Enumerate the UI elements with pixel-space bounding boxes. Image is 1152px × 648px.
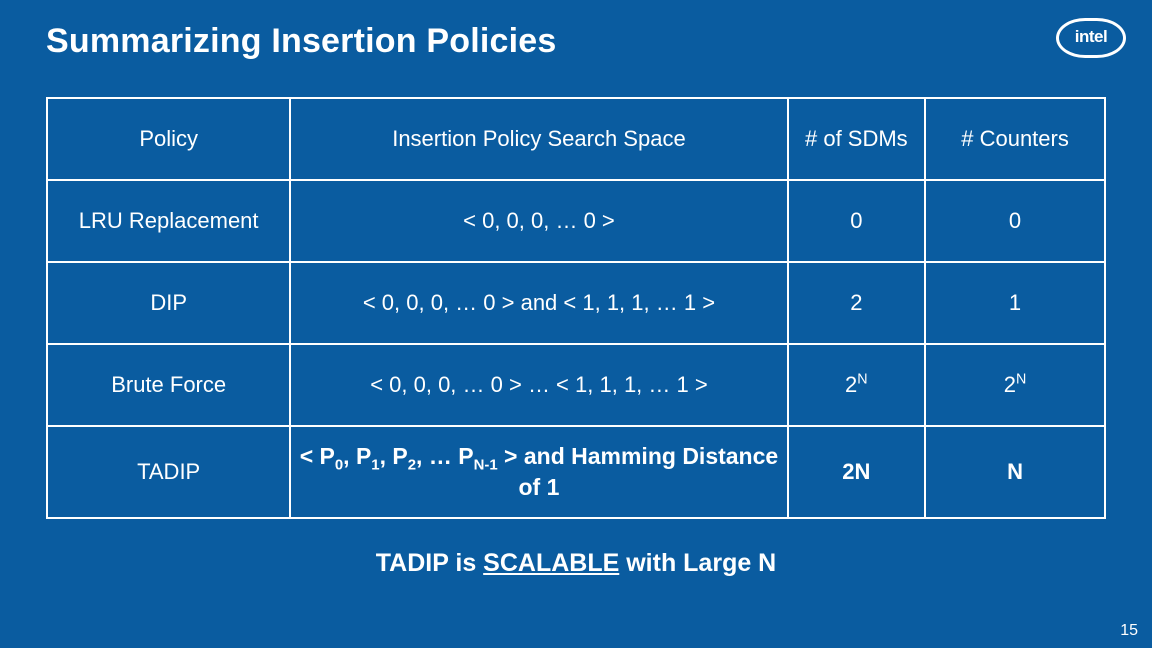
tadip-sub2: 2 [408, 457, 416, 474]
cell-counters: N [925, 426, 1105, 518]
header-sdms: # of SDMs [788, 98, 926, 180]
table-row: DIP < 0, 0, 0, … 0 > and < 1, 1, 1, … 1 … [47, 262, 1105, 344]
header-space: Insertion Policy Search Space [290, 98, 787, 180]
tadip-sub0: 0 [335, 457, 343, 474]
table-row: Brute Force < 0, 0, 0, … 0 > … < 1, 1, 1… [47, 344, 1105, 426]
caption: TADIP is SCALABLE with Large N [46, 549, 1106, 578]
caption-scalable: SCALABLE [483, 549, 619, 577]
cell-counters: 0 [925, 180, 1105, 262]
table-header-row: Policy Insertion Policy Search Space # o… [47, 98, 1105, 180]
page-title: Summarizing Insertion Policies [46, 22, 1106, 61]
cell-sdms: 2 [788, 262, 926, 344]
cell-policy: LRU Replacement [47, 180, 290, 262]
cell-counters: 2N [925, 344, 1105, 426]
cell-sdms: 0 [788, 180, 926, 262]
tadip-mid: , P [380, 443, 408, 469]
intel-logo: intel [1056, 18, 1126, 58]
cnt-exp: N [1016, 372, 1026, 388]
tadip-mid: , P [343, 443, 371, 469]
cell-policy: DIP [47, 262, 290, 344]
cell-counters: 1 [925, 262, 1105, 344]
table-row: LRU Replacement < 0, 0, 0, … 0 > 0 0 [47, 180, 1105, 262]
tadip-sub1: 1 [371, 457, 379, 474]
cell-space: < 0, 0, 0, … 0 > [290, 180, 787, 262]
caption-post: with Large N [619, 549, 776, 577]
tadip-subN: N-1 [474, 457, 498, 474]
cell-space: < 0, 0, 0, … 0 > and < 1, 1, 1, … 1 > [290, 262, 787, 344]
table-row: TADIP < P0, P1, P2, … PN-1 > and Hamming… [47, 426, 1105, 518]
cell-space: < 0, 0, 0, … 0 > … < 1, 1, 1, … 1 > [290, 344, 787, 426]
cell-policy: Brute Force [47, 344, 290, 426]
cell-sdms: 2N [788, 426, 926, 518]
policy-table: Policy Insertion Policy Search Space # o… [46, 97, 1106, 519]
tadip-pre: < P [300, 443, 335, 469]
slide: intel Summarizing Insertion Policies Pol… [0, 0, 1152, 648]
page-number: 15 [1120, 622, 1138, 640]
cnt-base: 2 [1004, 372, 1016, 397]
policy-table-wrap: Policy Insertion Policy Search Space # o… [46, 97, 1106, 519]
sdms-base: 2 [845, 372, 857, 397]
header-policy: Policy [47, 98, 290, 180]
cell-space: < P0, P1, P2, … PN-1 > and Hamming Dista… [290, 426, 787, 518]
header-counters: # Counters [925, 98, 1105, 180]
sdms-exp: N [857, 372, 867, 388]
caption-pre: TADIP is [376, 549, 483, 577]
tadip-mid: , … P [416, 443, 474, 469]
logo-text: intel [1075, 27, 1107, 47]
cell-sdms: 2N [788, 344, 926, 426]
tadip-post: > and Hamming Distance of 1 [498, 443, 779, 500]
cell-policy: TADIP [47, 426, 290, 518]
